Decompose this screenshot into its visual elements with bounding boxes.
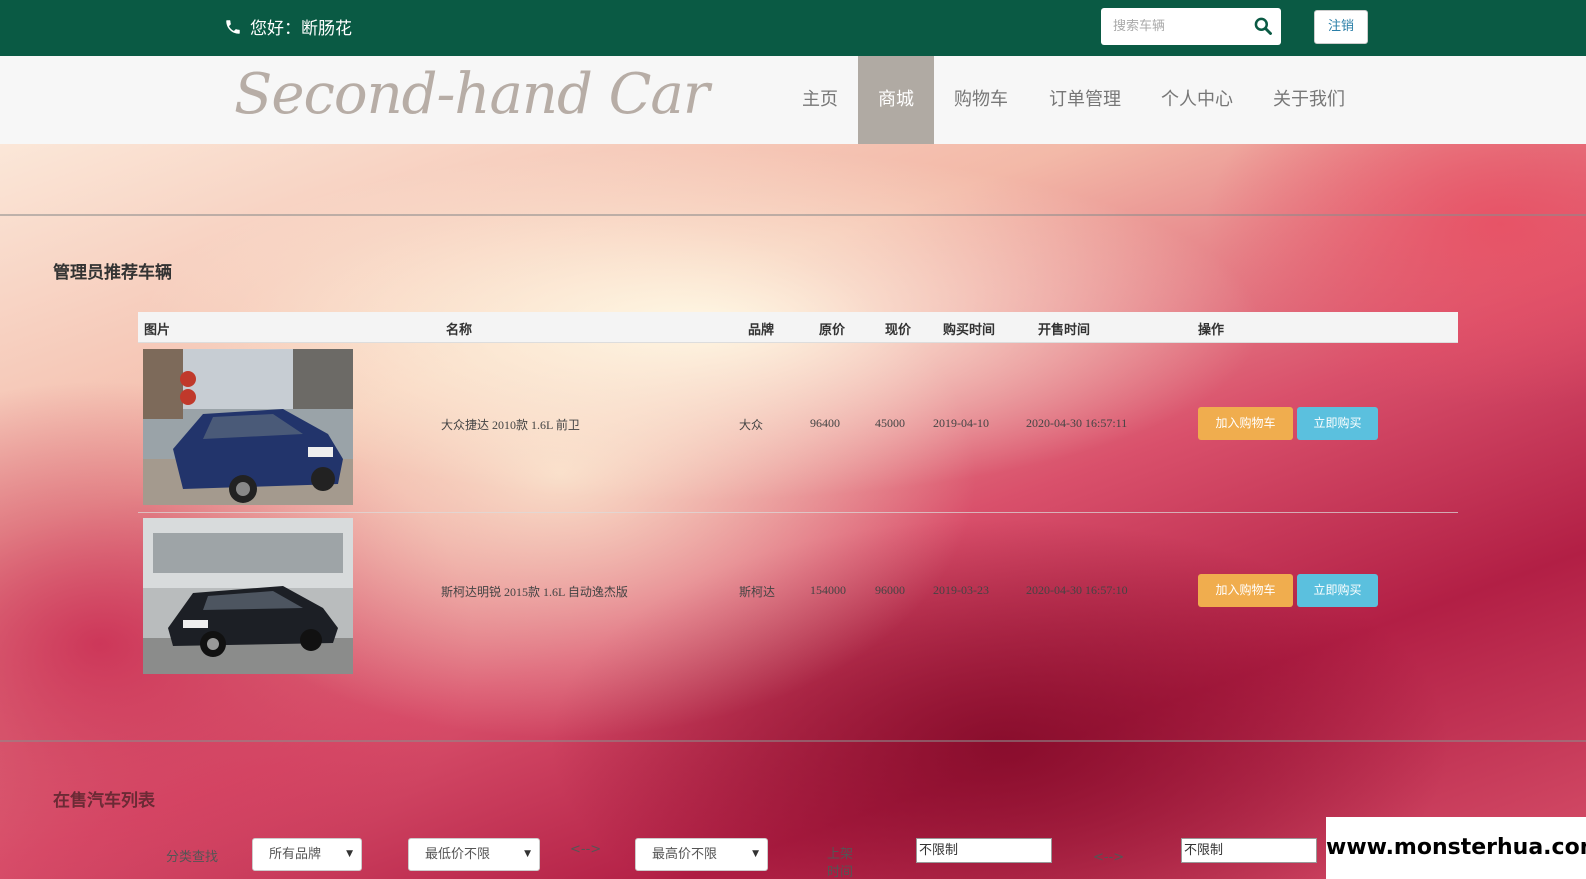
car-current-price: 45000	[875, 416, 905, 430]
nav-bar: Second-hand Car 主页 商城 购物车 订单管理 个人中心 关于我们	[0, 56, 1586, 144]
min-price-select[interactable]: 最低价不限 ▼	[408, 838, 540, 871]
greeting: 您好：断肠花	[224, 14, 352, 39]
max-price-value: 最高价不限	[652, 847, 718, 862]
nav-item-about[interactable]: 关于我们	[1268, 56, 1350, 144]
car-photo[interactable]	[143, 349, 353, 505]
brand-select[interactable]: 所有品牌 ▼	[252, 838, 362, 871]
watermark: www.monsterhua.com	[1326, 817, 1586, 879]
car-brand: 斯柯达	[739, 585, 776, 599]
chevron-down-icon: ▼	[346, 849, 353, 859]
chevron-down-icon: ▼	[752, 849, 759, 859]
car-original-price: 154000	[810, 583, 846, 597]
on-sale-title: 在售汽车列表	[53, 791, 155, 811]
car-sale-time: 2020-04-30 16:57:11	[1026, 416, 1128, 430]
col-actions: 操作	[1198, 323, 1225, 338]
search-box[interactable]	[1101, 8, 1281, 45]
col-sale-time: 开售时间	[1038, 323, 1091, 338]
search-icon[interactable]	[1253, 16, 1273, 36]
nav-item-profile[interactable]: 个人中心	[1156, 56, 1238, 144]
car-brand: 大众	[739, 418, 764, 432]
brand-select-value: 所有品牌	[269, 847, 322, 862]
nav-item-cart[interactable]: 购物车	[948, 56, 1014, 144]
nav-item-mall[interactable]: 商城	[858, 56, 934, 144]
add-to-cart-button[interactable]: 加入购物车	[1198, 574, 1293, 607]
car-current-price: 96000	[875, 583, 905, 597]
car-photo[interactable]	[143, 518, 353, 674]
search-input[interactable]	[1101, 19, 1241, 34]
listing-time-label: 上架时间	[827, 847, 854, 879]
filter-label: 分类查找	[166, 850, 219, 865]
time-range-separator: <-->	[1093, 850, 1125, 865]
greeting-text: 您好：断肠花	[250, 19, 352, 39]
phone-icon	[226, 19, 240, 34]
logout-button[interactable]: 注销	[1314, 10, 1368, 44]
car-purchase-date: 2019-03-23	[933, 583, 989, 597]
car-name: 大众捷达 2010款 1.6L 前卫	[441, 418, 580, 432]
car-sale-time: 2020-04-30 16:57:10	[1026, 583, 1128, 597]
table-row: 大众捷达 2010款 1.6L 前卫 大众 96400 45000 2019-0…	[138, 343, 1458, 513]
max-price-select[interactable]: 最高价不限 ▼	[635, 838, 768, 871]
col-name: 名称	[446, 323, 473, 338]
site-logo[interactable]: Second-hand Car	[234, 62, 710, 127]
car-original-price: 96400	[810, 416, 840, 430]
nav-item-home[interactable]: 主页	[792, 56, 848, 144]
divider-top	[0, 214, 1586, 216]
col-original-price: 原价	[819, 323, 846, 338]
col-image: 图片	[144, 323, 171, 338]
time-from-input[interactable]: 不限制	[916, 838, 1052, 863]
table-header: 图片 名称 品牌 原价 现价 购买时间 开售时间 操作	[138, 312, 1458, 343]
recommended-title: 管理员推荐车辆	[53, 263, 172, 283]
buy-now-button[interactable]: 立即购买	[1297, 574, 1378, 607]
car-purchase-date: 2019-04-10	[933, 416, 989, 430]
nav-item-orders[interactable]: 订单管理	[1044, 56, 1126, 144]
car-name: 斯柯达明锐 2015款 1.6L 自动逸杰版	[441, 585, 628, 599]
top-bar: 您好：断肠花 注销	[0, 0, 1586, 56]
col-brand: 品牌	[748, 323, 775, 338]
add-to-cart-button[interactable]: 加入购物车	[1198, 407, 1293, 440]
time-to-input[interactable]: 不限制	[1181, 838, 1317, 863]
table-row: 斯柯达明锐 2015款 1.6L 自动逸杰版 斯柯达 154000 96000 …	[138, 513, 1458, 683]
col-purchase-date: 购买时间	[943, 323, 996, 338]
min-price-value: 最低价不限	[425, 847, 491, 862]
buy-now-button[interactable]: 立即购买	[1297, 407, 1378, 440]
price-range-separator: <-->	[570, 842, 602, 857]
divider-bottom	[0, 740, 1586, 742]
chevron-down-icon: ▼	[524, 849, 531, 859]
col-current-price: 现价	[885, 323, 912, 338]
